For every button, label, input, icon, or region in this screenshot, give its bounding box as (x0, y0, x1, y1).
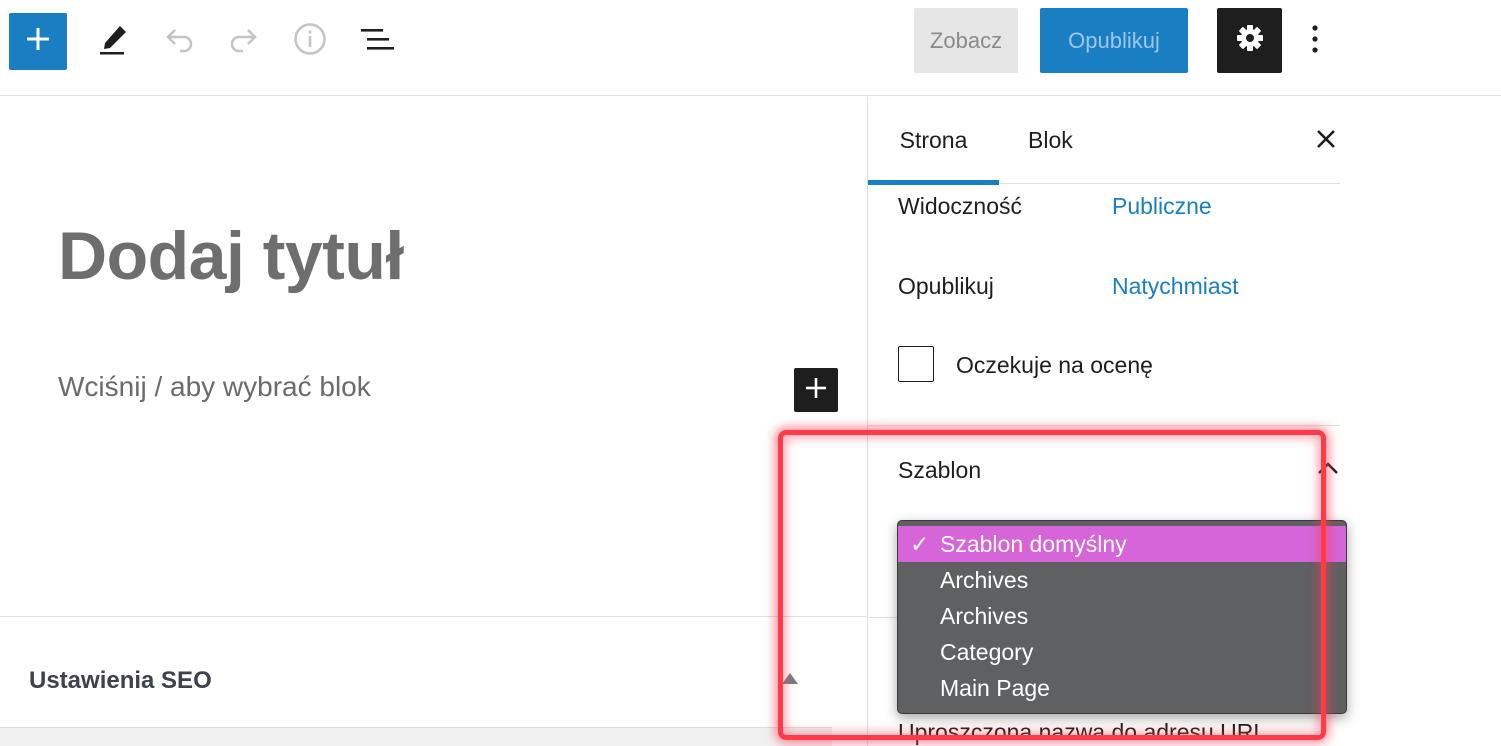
template-panel-title[interactable]: Szablon (898, 457, 981, 484)
template-option[interactable]: Category (898, 634, 1346, 670)
template-option[interactable]: Archives (898, 598, 1346, 634)
settings-sidebar: Strona Blok Widoczność Publiczne Opublik… (867, 97, 1501, 746)
checkmark-icon: ✓ (910, 530, 930, 557)
post-title-input[interactable]: Dodaj tytuł (58, 217, 404, 295)
sidebar-tabs: Strona Blok (868, 97, 1340, 185)
settings-button[interactable] (1217, 8, 1282, 73)
template-option-label: Main Page (940, 674, 1050, 701)
template-panel-toggle[interactable] (1313, 455, 1343, 485)
close-icon (1315, 128, 1337, 155)
seo-panel-title[interactable]: Ustawienia SEO (29, 667, 212, 695)
publish-date-toggle[interactable]: Natychmiast (1112, 273, 1239, 300)
editor-canvas: Dodaj tytuł Wciśnij / aby wybrać blok Us… (0, 97, 867, 746)
template-option[interactable]: Archives (898, 562, 1346, 598)
default-block-appender[interactable]: Wciśnij / aby wybrać blok (58, 371, 371, 403)
seo-settings-panel: Ustawienia SEO (0, 616, 867, 746)
visibility-label: Widoczność (898, 193, 1022, 219)
triangle-up-icon[interactable] (782, 673, 798, 684)
list-view-button[interactable] (355, 20, 397, 62)
inline-block-inserter-button[interactable] (794, 368, 838, 412)
details-button[interactable] (289, 20, 331, 62)
preview-button[interactable]: Zobacz (914, 8, 1018, 73)
info-icon (292, 21, 328, 62)
block-inserter-button[interactable] (9, 13, 67, 70)
plus-icon (24, 25, 52, 58)
undo-icon (162, 22, 196, 61)
redo-icon (227, 22, 261, 61)
template-option[interactable]: Main Page (898, 670, 1346, 706)
undo-button[interactable] (158, 20, 200, 62)
template-option[interactable]: ✓ Szablon domyślny (898, 526, 1346, 562)
tools-button[interactable] (92, 20, 134, 62)
publish-button[interactable]: Opublikuj (1040, 8, 1188, 73)
top-toolbar: Zobacz Opublikuj (0, 0, 1501, 96)
template-option-label: Archives (940, 566, 1029, 593)
vertical-ellipsis-icon (1311, 24, 1319, 59)
redo-button[interactable] (223, 20, 265, 62)
url-slug-label: Uproszczona nazwa do adresu URL (898, 719, 1267, 745)
chevron-up-icon (1317, 461, 1339, 480)
template-option-label: Category (940, 638, 1034, 665)
tab-page[interactable]: Strona (868, 97, 999, 185)
panel-divider (868, 425, 1340, 426)
pencil-icon (96, 22, 130, 61)
template-option-label: Archives (940, 602, 1029, 629)
list-view-icon (358, 21, 395, 62)
plus-icon (804, 376, 828, 405)
seo-panel-bottom-strip (0, 727, 832, 746)
pending-review-checkbox[interactable] (898, 346, 934, 382)
publish-date-label: Opublikuj (898, 273, 994, 299)
gear-icon (1235, 23, 1265, 58)
template-option-label: Szablon domyślny (940, 530, 1127, 557)
tab-block[interactable]: Blok (1028, 97, 1073, 184)
more-options-button[interactable] (1298, 20, 1332, 62)
template-select-dropdown[interactable]: ✓ Szablon domyślny Archives Archives Cat… (897, 520, 1347, 714)
close-sidebar-button[interactable] (1308, 123, 1344, 159)
pending-review-label[interactable]: Oczekuje na ocenę (956, 352, 1153, 379)
visibility-toggle[interactable]: Publiczne (1112, 193, 1212, 220)
